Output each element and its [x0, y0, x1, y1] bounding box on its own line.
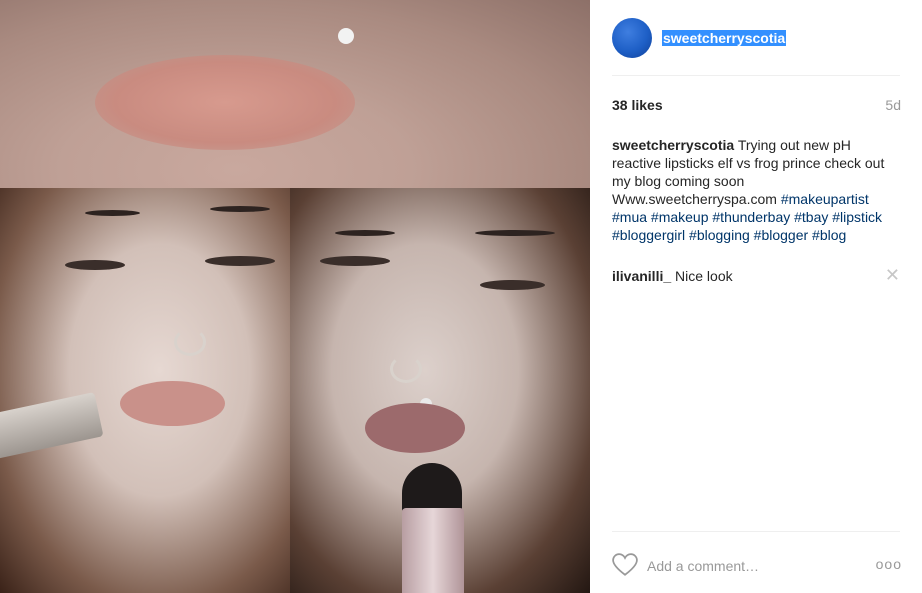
lip-piercing [338, 28, 354, 44]
photo-panel-lips-closeup [0, 0, 590, 188]
lipstick-bullet [402, 463, 462, 513]
photo-panel-right-selfie [290, 188, 590, 593]
add-comment-input[interactable] [647, 556, 847, 576]
post-header: sweetcherryscotia [612, 18, 902, 58]
comment-item: ilivanilli_ Nice look [612, 268, 872, 284]
likes-count[interactable]: 38 likes [612, 97, 663, 113]
eyebrow-left [85, 210, 140, 216]
eye-left [320, 256, 390, 266]
footer-divider [612, 531, 900, 532]
heart-outline-icon[interactable] [612, 553, 638, 577]
eyebrow-left [335, 230, 395, 236]
avatar[interactable] [612, 18, 652, 58]
nose-ring [390, 355, 422, 383]
caption-username[interactable]: sweetcherryscotia [612, 137, 734, 153]
header-divider [612, 75, 900, 76]
username-link[interactable]: sweetcherryscotia [662, 30, 787, 46]
lips [365, 403, 465, 453]
lipstick-tube [0, 392, 104, 459]
eyebrow-right [475, 230, 555, 236]
nose-ring [174, 328, 206, 356]
post-details-sidebar: sweetcherryscotia 38 likes 5d sweetcherr… [590, 0, 922, 593]
comment-text: Nice look [675, 268, 733, 284]
close-icon[interactable]: ✕ [885, 266, 900, 284]
comment-username[interactable]: ilivanilli_ [612, 268, 671, 284]
lips [120, 381, 225, 426]
eye-left [65, 260, 125, 270]
lipstick-tube [402, 508, 464, 593]
photo-panel-left-selfie [0, 188, 290, 593]
post-photo-collage[interactable] [0, 0, 590, 593]
eye-right [480, 280, 545, 290]
post-caption: sweetcherryscotia Trying out new pH reac… [612, 136, 892, 244]
more-options-icon[interactable]: ooo [876, 556, 902, 572]
lips [95, 55, 355, 150]
eyebrow-right [210, 206, 270, 212]
post-age[interactable]: 5d [885, 97, 901, 113]
eye-right [205, 256, 275, 266]
